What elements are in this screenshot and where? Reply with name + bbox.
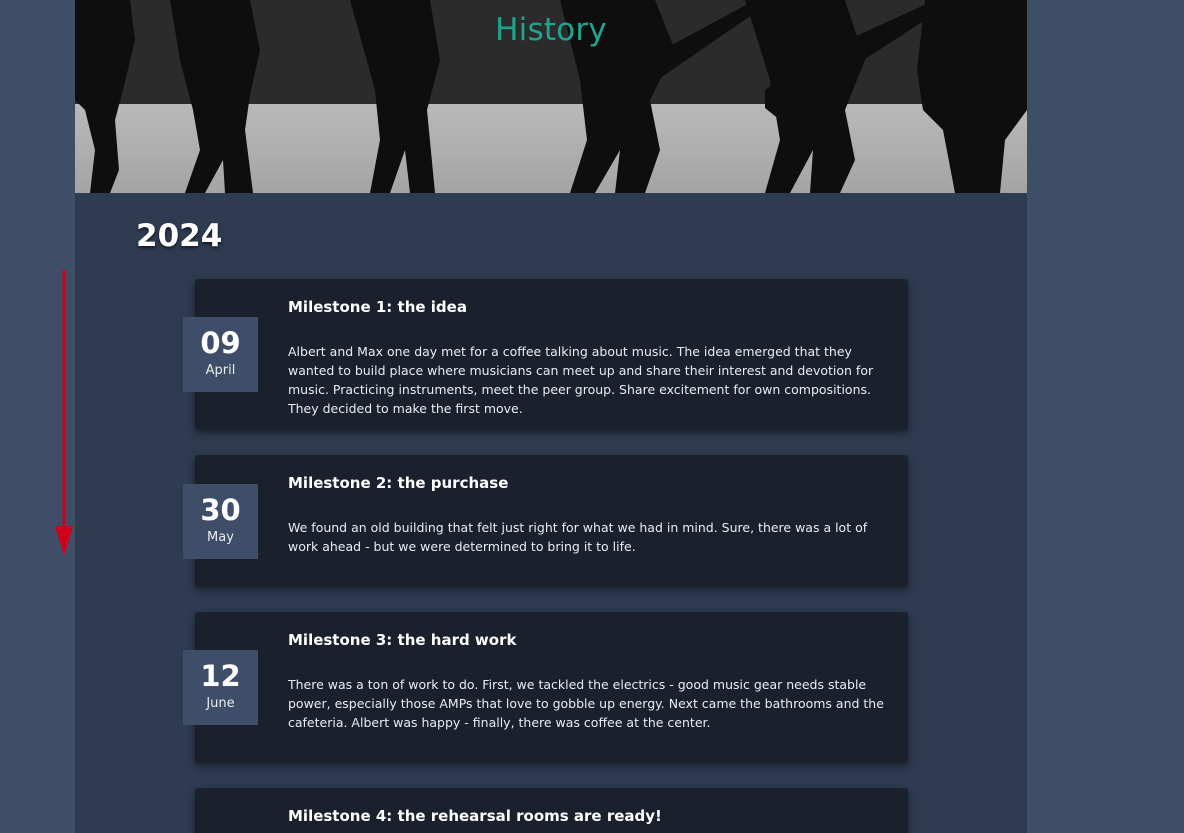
milestone-card: Milestone 3: the hard work There was a t… xyxy=(195,612,908,763)
date-badge: 30 May xyxy=(183,484,258,559)
milestone-text: We found an old building that felt just … xyxy=(288,520,868,554)
page-content: History 2024 Milestone 1: the idea Alber… xyxy=(75,0,1027,833)
milestone-card: Milestone 4: the rehearsal rooms are rea… xyxy=(195,788,908,833)
milestone-text: Albert and Max one day met for a coffee … xyxy=(288,344,874,416)
milestone-card: Milestone 2: the purchase We found an ol… xyxy=(195,455,908,587)
date-month: June xyxy=(206,696,235,711)
hero-banner: History xyxy=(75,0,1027,193)
milestone-text: There was a ton of work to do. First, we… xyxy=(288,677,884,730)
date-day: 09 xyxy=(200,326,241,360)
date-badge: 09 April xyxy=(183,317,258,392)
year-heading: 2024 xyxy=(136,218,223,254)
page-title: History xyxy=(495,12,607,48)
arrow-down-icon xyxy=(55,270,73,556)
date-badge: 12 June xyxy=(183,650,258,725)
milestone-card: Milestone 1: the idea Albert and Max one… xyxy=(195,279,908,430)
milestone-title: Milestone 1: the idea xyxy=(288,298,467,316)
date-day: 12 xyxy=(200,659,241,693)
date-month: May xyxy=(207,530,234,545)
milestone-title: Milestone 3: the hard work xyxy=(288,631,517,649)
date-day: 30 xyxy=(200,493,241,527)
milestone-title: Milestone 2: the purchase xyxy=(288,474,509,492)
date-month: April xyxy=(205,363,236,378)
milestone-title: Milestone 4: the rehearsal rooms are rea… xyxy=(288,807,662,825)
